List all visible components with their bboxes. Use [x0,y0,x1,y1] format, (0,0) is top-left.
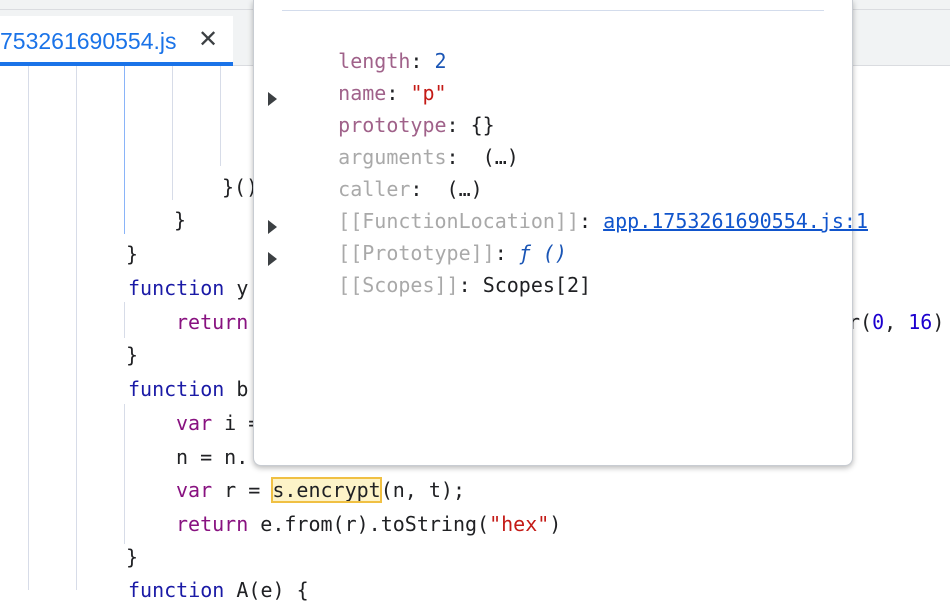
code-line: function y [128,276,249,300]
code-line: } [174,208,187,232]
indent-guide-active [124,66,125,234]
code-line: var i = [176,411,261,435]
indent-guide [124,302,125,338]
code-line: function b [128,377,249,401]
indent-guide [172,66,173,200]
tab-active-file[interactable]: 753261690554.js ✕ [0,16,233,66]
hovered-expression[interactable]: s.encrypt [271,477,382,503]
indent-guide [220,66,221,166]
close-icon[interactable]: ✕ [198,25,218,53]
tab-label: 753261690554.js [0,28,177,54]
code-line-tail: r(0, 16) [848,310,945,334]
code-line: var r = s.encrypt(n, t); [176,477,466,503]
expand-triangle-icon[interactable] [268,92,277,106]
code-line: return [176,310,249,334]
popover-header-divider [282,10,824,11]
indent-guide [28,66,29,590]
expand-triangle-icon[interactable] [268,252,277,266]
indent-guide [76,66,77,590]
source-location-link[interactable]: app.1753261690554.js:1 [603,209,868,233]
code-line: } [126,242,139,266]
code-line: return e.from(r).toString("hex") [176,512,562,536]
code-line: } [126,343,139,367]
code-line: function A(e) { [128,578,309,602]
prop-scopes[interactable]: [[Scopes]]: Scopes[2] [290,246,591,324]
code-line: n = n. [176,445,249,469]
expand-triangle-icon[interactable] [268,220,277,234]
indent-guide [124,404,125,544]
code-line: } [126,545,139,569]
hover-inspector-popover: length: 2 name: "p" prototype: {} argume… [253,0,868,466]
